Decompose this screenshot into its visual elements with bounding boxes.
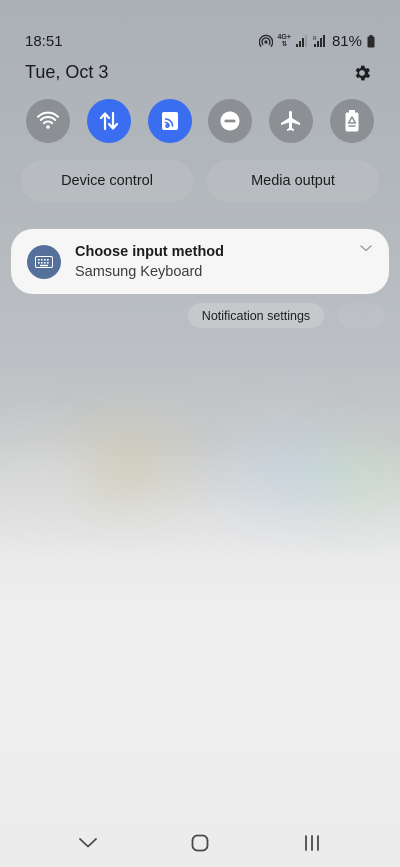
- chevron-down-icon[interactable]: [359, 243, 373, 253]
- signal-r-icon: R: [313, 35, 325, 47]
- home-button[interactable]: [180, 828, 220, 858]
- recents-icon: [305, 835, 319, 851]
- airplane-mode-icon: [281, 111, 301, 131]
- hotspot-icon: [258, 34, 273, 48]
- recents-button[interactable]: [292, 828, 332, 858]
- mobile-data-toggle[interactable]: [86, 99, 131, 143]
- status-icons: 4G+ ⇅ R 81%: [258, 32, 375, 50]
- battery-icon: [367, 34, 375, 47]
- chevron-down-icon: [79, 838, 97, 848]
- notification-card[interactable]: Choose input method Samsung Keyboard: [11, 229, 389, 294]
- keyboard-icon: [27, 244, 61, 279]
- battery-percent: 81%: [331, 32, 362, 50]
- wallpaper-blob: [80, 430, 170, 500]
- notification-settings-button[interactable]: Notification settings: [188, 303, 324, 328]
- media-output-button[interactable]: Media output: [207, 160, 379, 202]
- signal-icon: [295, 35, 307, 47]
- gear-icon[interactable]: [352, 63, 372, 83]
- quick-settings-row: [26, 99, 374, 143]
- notification-title: Choose input method: [75, 243, 225, 260]
- date-label: Tue, Oct 3: [25, 62, 109, 82]
- notification-subtitle: Samsung Keyboard: [75, 263, 203, 280]
- clock: 18:51: [25, 32, 63, 50]
- power-saving-toggle[interactable]: [329, 99, 374, 143]
- svg-text:R: R: [313, 36, 317, 42]
- mobile-data-icon: [99, 111, 118, 131]
- wifi-icon: [37, 111, 59, 129]
- device-control-button[interactable]: Device control: [21, 160, 193, 202]
- navigation-bar: [0, 828, 400, 858]
- airplane-mode-toggle[interactable]: [269, 99, 314, 143]
- network-type-label: 4G+: [277, 34, 291, 41]
- status-bar: 18:51 4G+ ⇅ R 81%: [25, 30, 375, 52]
- notification-actions: Notification settings Clear: [188, 303, 384, 328]
- wallpaper-blob: [320, 450, 400, 505]
- network-4g-icon: 4G+ ⇅: [277, 34, 291, 48]
- power-saving-icon: [345, 110, 359, 132]
- notification-text: Choose input method Samsung Keyboard: [75, 244, 224, 280]
- clear-button[interactable]: Clear: [338, 303, 384, 328]
- wallpaper-blob: [240, 440, 350, 500]
- date-row: Tue, Oct 3: [25, 62, 372, 83]
- do-not-disturb-toggle[interactable]: [208, 99, 253, 143]
- cast-toggle[interactable]: [147, 99, 192, 143]
- wifi-toggle[interactable]: [26, 99, 70, 143]
- control-pills: Device control Media output: [21, 160, 379, 202]
- cast-icon: [161, 112, 178, 130]
- back-button[interactable]: [68, 828, 108, 858]
- do-not-disturb-icon: [220, 111, 240, 131]
- wallpaper-blob: [0, 450, 90, 500]
- home-icon: [191, 834, 209, 852]
